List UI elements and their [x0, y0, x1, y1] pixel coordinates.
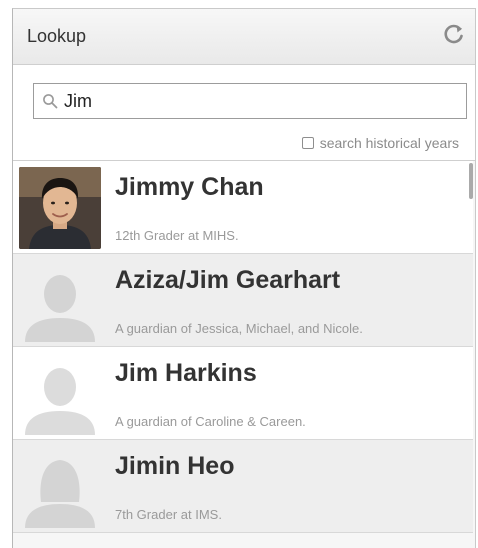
- results-list: Jimmy Chan 12th Grader at MIHS. Aziza/Ji…: [13, 161, 473, 548]
- search-area: search historical years: [13, 65, 475, 161]
- historical-years-label: search historical years: [319, 135, 459, 151]
- avatar-photo: [19, 167, 101, 249]
- search-icon: [43, 94, 58, 109]
- search-input[interactable]: [64, 89, 454, 113]
- result-name: Jimin Heo: [115, 452, 235, 480]
- historical-years-option[interactable]: search historical years: [301, 135, 459, 151]
- result-subtitle: A guardian of Caroline & Careen.: [115, 414, 306, 429]
- search-box[interactable]: [33, 83, 467, 119]
- result-subtitle: A guardian of Jessica, Michael, and Nico…: [115, 321, 363, 336]
- panel-title: Lookup: [27, 26, 87, 46]
- result-row-jimin-heo[interactable]: Jimin Heo 7th Grader at IMS.: [13, 440, 473, 533]
- result-subtitle: 7th Grader at IMS.: [115, 507, 222, 522]
- historical-years-checkbox[interactable]: [301, 137, 314, 149]
- result-name: Jimmy Chan: [115, 173, 264, 201]
- result-row-aziza-jim-gearhart[interactable]: Aziza/Jim Gearhart A guardian of Jessica…: [13, 254, 473, 347]
- silhouette-icon: [19, 353, 101, 435]
- lookup-panel: Lookup search historical years: [12, 8, 476, 548]
- silhouette-icon: [19, 260, 101, 342]
- result-name: Aziza/Jim Gearhart: [115, 266, 341, 294]
- silhouette-female-icon: [19, 446, 101, 528]
- results-scrollbar[interactable]: [469, 163, 473, 199]
- result-subtitle: 12th Grader at MIHS.: [115, 228, 239, 243]
- result-row-jimmy-chan[interactable]: Jimmy Chan 12th Grader at MIHS.: [13, 161, 473, 254]
- result-name: Jim Harkins: [115, 359, 257, 387]
- refresh-icon[interactable]: [443, 23, 465, 45]
- result-row-jim-harkins[interactable]: Jim Harkins A guardian of Caroline & Car…: [13, 347, 473, 440]
- panel-header: Lookup: [13, 9, 475, 65]
